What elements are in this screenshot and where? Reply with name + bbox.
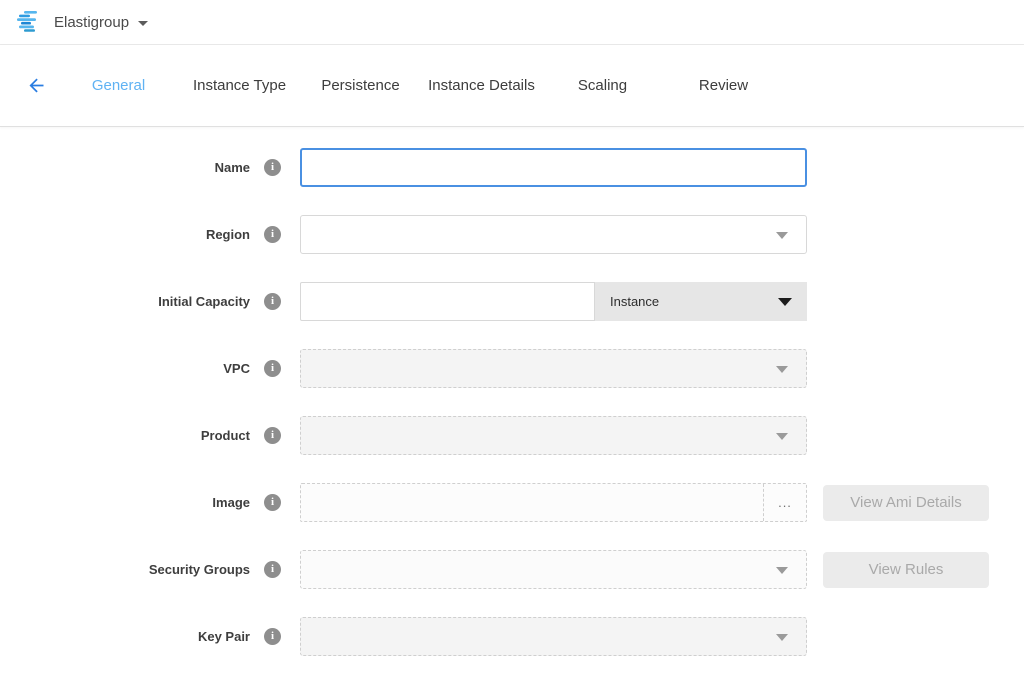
wizard-tabs: General Instance Type Persistence Instan…: [58, 77, 784, 94]
arrow-left-icon: [26, 75, 47, 96]
vpc-select[interactable]: [300, 349, 807, 388]
field-row-initial-capacity: Initial Capacity i Instance: [0, 282, 1024, 321]
caret-down-icon: [776, 232, 788, 239]
region-label: Region: [206, 227, 250, 242]
field-row-product: Product i: [0, 416, 1024, 455]
security-groups-label: Security Groups: [149, 562, 250, 577]
key-pair-label: Key Pair: [198, 629, 250, 644]
caret-down-icon: [776, 366, 788, 373]
region-select[interactable]: [300, 215, 807, 254]
field-row-name: Name i: [0, 148, 1024, 187]
tab-review[interactable]: Review: [663, 77, 784, 94]
name-info-icon[interactable]: i: [264, 159, 281, 176]
security-groups-info-icon[interactable]: i: [264, 561, 281, 578]
image-label: Image: [212, 495, 250, 510]
app-switcher[interactable]: Elastigroup: [16, 10, 148, 34]
back-button[interactable]: [14, 75, 58, 96]
app-switcher-caret-icon: [138, 21, 148, 26]
elastigroup-logo-icon: [16, 10, 42, 34]
name-input[interactable]: [300, 148, 807, 187]
caret-down-icon: [778, 298, 792, 306]
image-browse-button[interactable]: ...: [763, 484, 806, 521]
app-name: Elastigroup: [54, 14, 129, 31]
key-pair-info-icon[interactable]: i: [264, 628, 281, 645]
product-label: Product: [201, 428, 250, 443]
top-bar: Elastigroup: [0, 0, 1024, 45]
field-row-key-pair: Key Pair i: [0, 617, 1024, 656]
image-info-icon[interactable]: i: [264, 494, 281, 511]
tab-instance-type[interactable]: Instance Type: [179, 77, 300, 94]
general-form: Name i Region i Initial Capacity i Insta…: [0, 127, 1024, 656]
field-row-image: Image i ... View Ami Details: [0, 483, 1024, 522]
initial-capacity-info-icon[interactable]: i: [264, 293, 281, 310]
caret-down-icon: [776, 634, 788, 641]
name-label: Name: [215, 160, 250, 175]
tab-general[interactable]: General: [58, 77, 179, 94]
field-row-vpc: VPC i: [0, 349, 1024, 388]
tab-instance-details[interactable]: Instance Details: [421, 77, 542, 94]
view-ami-details-button[interactable]: View Ami Details: [823, 485, 989, 521]
view-rules-button[interactable]: View Rules: [823, 552, 989, 588]
caret-down-icon: [776, 567, 788, 574]
security-groups-select[interactable]: [300, 550, 807, 589]
field-row-region: Region i: [0, 215, 1024, 254]
tab-persistence[interactable]: Persistence: [300, 77, 421, 94]
product-select[interactable]: [300, 416, 807, 455]
tab-scaling[interactable]: Scaling: [542, 77, 663, 94]
image-value: [301, 484, 763, 521]
vpc-info-icon[interactable]: i: [264, 360, 281, 377]
initial-capacity-label: Initial Capacity: [158, 294, 250, 309]
field-row-security-groups: Security Groups i View Rules: [0, 550, 1024, 589]
caret-down-icon: [776, 433, 788, 440]
region-info-icon[interactable]: i: [264, 226, 281, 243]
image-input[interactable]: ...: [300, 483, 807, 522]
product-info-icon[interactable]: i: [264, 427, 281, 444]
vpc-label: VPC: [223, 361, 250, 376]
initial-capacity-input[interactable]: [300, 282, 595, 321]
wizard-tab-bar: General Instance Type Persistence Instan…: [0, 45, 1024, 127]
key-pair-select[interactable]: [300, 617, 807, 656]
capacity-unit-value: Instance: [610, 294, 659, 309]
capacity-unit-select[interactable]: Instance: [595, 282, 807, 321]
